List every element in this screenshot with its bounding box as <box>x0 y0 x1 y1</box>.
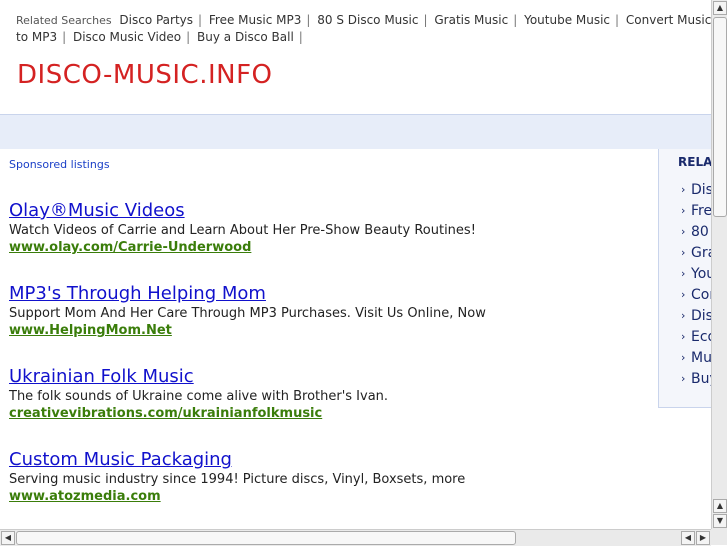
ad-url-link[interactable]: www.atozmedia.com <box>9 488 649 505</box>
horizontal-scroll-thumb[interactable] <box>16 531 516 545</box>
ad-title-link[interactable]: Ukrainian Folk Music <box>9 366 649 388</box>
horizontal-scrollbar[interactable]: ◀ ◀ ▶ <box>0 529 711 546</box>
scroll-up-button[interactable]: ▲ <box>713 1 727 15</box>
ad-listing: Olay®Music Videos Watch Videos of Carrie… <box>9 200 649 256</box>
related-link-buy-disco-ball[interactable]: Buy a Disco Ball <box>197 30 294 44</box>
site-title[interactable]: DISCO-MUSIC.INFO <box>17 60 273 90</box>
ad-description: Watch Videos of Carrie and Learn About H… <box>9 223 476 238</box>
ad-description: Serving music industry since 1994! Pictu… <box>9 472 466 487</box>
related-link-free-music-mp3[interactable]: Free Music MP3 <box>209 13 301 27</box>
related-sidebar: RELAT Dis Fre 80 S Gra You Con Dis Eco M… <box>658 149 711 408</box>
related-link-youtube-music[interactable]: Youtube Music <box>524 13 610 27</box>
ad-url-link[interactable]: www.HelpingMom.Net <box>9 322 649 339</box>
page-viewport: Related Searches Disco Partys | Free Musi… <box>0 0 711 529</box>
ad-listing: Custom Music Packaging Serving music ind… <box>9 449 649 505</box>
ad-description: Support Mom And Her Care Through MP3 Pur… <box>9 306 486 321</box>
sidebar-item[interactable]: Gra <box>681 242 711 264</box>
related-link-disco-music-video[interactable]: Disco Music Video <box>73 30 181 44</box>
sidebar-item[interactable]: You <box>681 263 711 285</box>
header-band <box>0 114 711 149</box>
scrollbar-corner <box>711 529 727 545</box>
ad-url-link[interactable]: creativevibrations.com/ukrainianfolkmusi… <box>9 405 649 422</box>
ad-url-link[interactable]: www.olay.com/Carrie-Underwood <box>9 239 649 256</box>
ad-title-link[interactable]: Custom Music Packaging <box>9 449 649 471</box>
sidebar-item[interactable]: Fre <box>681 200 711 222</box>
sidebar-heading: RELAT <box>678 155 711 169</box>
ad-listing: Ukrainian Folk Music The folk sounds of … <box>9 366 649 422</box>
ad-description: The folk sounds of Ukraine come alive wi… <box>9 389 389 404</box>
scroll-down-button[interactable]: ▼ <box>713 514 727 528</box>
scroll-right-button[interactable]: ▶ <box>696 531 710 545</box>
sponsored-listings-label: Sponsored listings <box>9 158 110 171</box>
scroll-left-button[interactable]: ◀ <box>1 531 15 545</box>
related-searches-bar: Related Searches Disco Partys | Free Musi… <box>16 13 711 44</box>
ad-title-link[interactable]: MP3's Through Helping Mom <box>9 283 649 305</box>
related-searches-label: Related Searches <box>16 14 112 27</box>
vertical-scroll-thumb[interactable] <box>713 17 727 217</box>
related-link-gratis-music[interactable]: Gratis Music <box>434 13 508 27</box>
sidebar-item[interactable]: Con <box>681 284 711 306</box>
sidebar-item[interactable]: Buy <box>681 368 711 390</box>
ad-listing: MP3's Through Helping Mom Support Mom An… <box>9 283 649 339</box>
related-link-80s-disco-music[interactable]: 80 S Disco Music <box>317 13 418 27</box>
sidebar-list: Dis Fre 80 S Gra You Con Dis Eco Mus Buy <box>681 179 711 390</box>
scroll-left-button[interactable]: ◀ <box>681 531 695 545</box>
vertical-scrollbar[interactable]: ▲ ▲ ▼ <box>711 0 727 529</box>
ad-title-link[interactable]: Olay®Music Videos <box>9 200 649 222</box>
scroll-up-button[interactable]: ▲ <box>713 499 727 513</box>
sidebar-item[interactable]: Dis <box>681 305 711 327</box>
sidebar-item[interactable]: Eco <box>681 326 711 348</box>
sidebar-item[interactable]: Mus <box>681 347 711 369</box>
sidebar-item[interactable]: Dis <box>681 179 711 201</box>
related-link-disco-partys[interactable]: Disco Partys <box>119 13 193 27</box>
sidebar-item[interactable]: 80 S <box>681 221 711 243</box>
